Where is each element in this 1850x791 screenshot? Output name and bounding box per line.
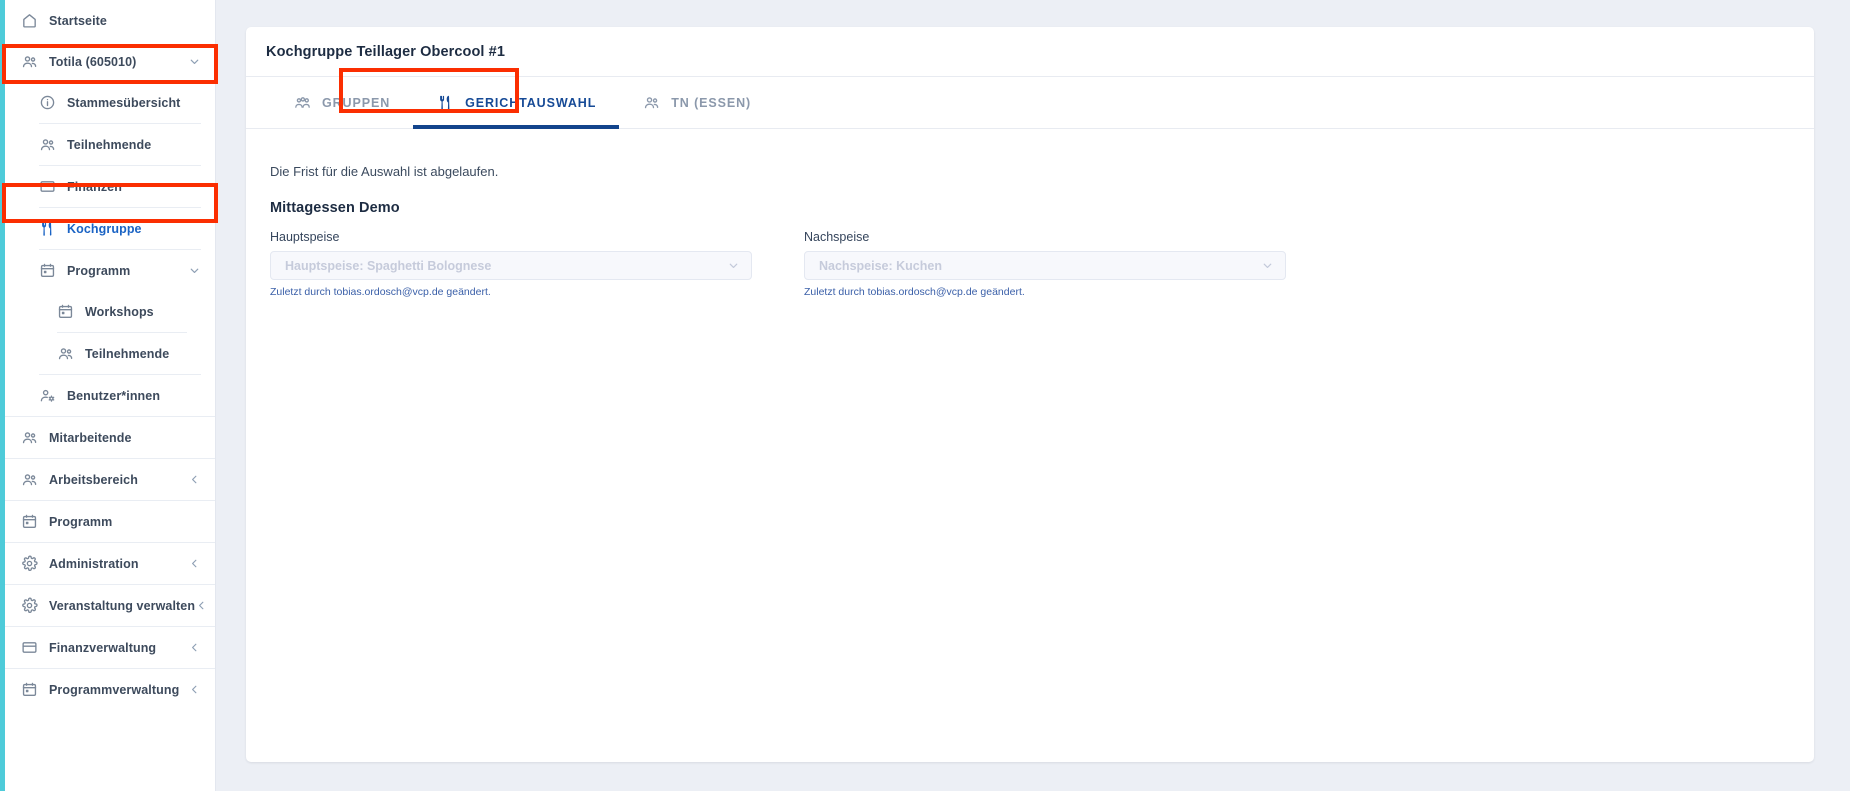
sidebar-nav-list: Startseite Totila (605010) Stammesübersich… <box>5 0 215 710</box>
select-hauptspeise[interactable]: Hauptspeise: Spaghetti Bolognese <box>270 251 752 280</box>
content-card: Kochgruppe Teillager Obercool #1 GRUPPEN… <box>246 27 1814 762</box>
sidebar-item-benutzerinnen[interactable]: Benutzer*innen <box>5 375 215 416</box>
select-value: Nachspeise: Kuchen <box>819 258 942 273</box>
sidebar-item-teilnehmende-programm[interactable]: Teilnehmende <box>5 333 215 374</box>
sidebar-item-label: Programm <box>49 514 113 529</box>
tab-bar: GRUPPEN GERICHTAUSWAHL TN (ESSEN) <box>246 77 1814 129</box>
tab-label: TN (ESSEN) <box>671 95 752 110</box>
sidebar-item-label: Mitarbeitende <box>49 430 132 445</box>
chevron-left-icon[interactable] <box>188 557 201 570</box>
chevron-down-icon[interactable] <box>188 264 201 277</box>
sidebar-item-startseite[interactable]: Startseite <box>5 0 215 41</box>
sidebar-item-programm-sub[interactable]: Programm <box>5 250 215 291</box>
page-title: Kochgruppe Teillager Obercool #1 <box>266 43 506 60</box>
sidebar-item-label: Workshops <box>85 304 154 319</box>
sidebar-item-programmverwaltung[interactable]: Programmverwaltung <box>5 669 215 710</box>
sidebar-item-workshops[interactable]: Workshops <box>5 291 215 332</box>
select-nachspeise[interactable]: Nachspeise: Kuchen <box>804 251 1286 280</box>
chevron-left-icon[interactable] <box>188 473 201 486</box>
group-icon <box>57 345 74 362</box>
sidebar-item-administration[interactable]: Administration <box>5 543 215 584</box>
sidebar-item-label: Teilnehmende <box>67 137 152 152</box>
sidebar-item-teilnehmende-stamm[interactable]: Teilnehmende <box>5 124 215 165</box>
calendar-icon <box>57 303 74 320</box>
chevron-left-icon[interactable] <box>195 599 208 612</box>
field-hint: Zuletzt durch tobias.ordosch@vcp.de geän… <box>804 286 1025 298</box>
main-content-area: Kochgruppe Teillager Obercool #1 GRUPPEN… <box>216 0 1850 791</box>
field-label: Hauptspeise <box>270 230 340 244</box>
calendar-icon <box>21 681 38 698</box>
sidebar-item-label: Finanzverwaltung <box>49 640 157 655</box>
select-value: Hauptspeise: Spaghetti Bolognese <box>285 258 492 273</box>
sidebar: Startseite Totila (605010) Stammesübersich… <box>0 0 216 791</box>
cutlery-icon <box>436 93 455 112</box>
user-gear-icon <box>39 387 56 404</box>
deadline-notice: Die Frist für die Auswahl ist abgelaufen… <box>270 164 499 179</box>
sidebar-item-stammesuebersicht[interactable]: Stammesübersicht <box>5 82 215 123</box>
sidebar-item-label: Benutzer*innen <box>67 388 161 403</box>
sidebar-item-finanzen[interactable]: Finanzen <box>5 166 215 207</box>
calendar-icon <box>21 513 38 530</box>
sidebar-item-label: Stammesübersicht <box>67 95 181 110</box>
info-icon <box>39 94 56 111</box>
group-icon <box>39 136 56 153</box>
field-nachspeise: Nachspeise Nachspeise: Kuchen Zuletzt durc… <box>804 230 1286 298</box>
group-icon <box>21 53 38 70</box>
card-header: Kochgruppe Teillager Obercool #1 <box>246 27 1814 77</box>
sidebar-item-totila[interactable]: Totila (605010) <box>5 41 215 82</box>
field-hint: Zuletzt durch tobias.ordosch@vcp.de geän… <box>270 286 491 298</box>
sidebar-item-arbeitsbereich[interactable]: Arbeitsbereich <box>5 459 215 500</box>
sidebar-item-label: Programmverwaltung <box>49 682 180 697</box>
sidebar-item-label: Administration <box>49 556 139 571</box>
chevron-left-icon[interactable] <box>188 641 201 654</box>
cutlery-icon <box>39 220 56 237</box>
tab-gruppen[interactable]: GRUPPEN <box>270 77 413 128</box>
calendar-icon <box>39 262 56 279</box>
sidebar-item-mitarbeitende[interactable]: Mitarbeitende <box>5 417 215 458</box>
sidebar-item-kochgruppe[interactable]: Kochgruppe <box>5 208 215 249</box>
sidebar-item-label: Finanzen <box>67 179 122 194</box>
sidebar-item-finanzverwaltung[interactable]: Finanzverwaltung <box>5 627 215 668</box>
card-icon <box>21 639 38 656</box>
card-icon <box>39 178 56 195</box>
meal-fields: Hauptspeise Hauptspeise: Spaghetti Bologn… <box>270 230 1790 298</box>
sidebar-item-label: Kochgruppe <box>67 221 142 236</box>
meal-section-title: Mittagessen Demo <box>270 200 400 216</box>
group-icon <box>642 93 661 112</box>
field-label: Nachspeise <box>804 230 870 244</box>
sidebar-item-programm[interactable]: Programm <box>5 501 215 542</box>
group-icon <box>21 471 38 488</box>
chevron-left-icon[interactable] <box>188 683 201 696</box>
group-icon <box>21 429 38 446</box>
field-hauptspeise: Hauptspeise Hauptspeise: Spaghetti Bologn… <box>270 230 752 298</box>
chevron-down-icon <box>727 259 740 272</box>
sidebar-item-label: Totila (605010) <box>49 54 137 69</box>
tab-tn-essen[interactable]: TN (ESSEN) <box>619 77 774 128</box>
sidebar-item-label: Veranstaltung verwalten <box>49 598 196 613</box>
home-icon <box>21 12 38 29</box>
tab-label: GRUPPEN <box>322 95 391 110</box>
sidebar-item-label: Arbeitsbereich <box>49 472 138 487</box>
gear-icon <box>21 555 38 572</box>
chevron-down-icon[interactable] <box>188 55 201 68</box>
sidebar-item-label: Programm <box>67 263 131 278</box>
sidebar-item-label: Teilnehmende <box>85 346 170 361</box>
tab-gerichtauswahl[interactable]: GERICHTAUSWAHL <box>413 77 620 129</box>
gear-icon <box>21 597 38 614</box>
sidebar-item-veranstaltung-verwalten[interactable]: Veranstaltung verwalten <box>5 585 215 626</box>
chevron-down-icon <box>1261 259 1274 272</box>
sidebar-item-label: Startseite <box>49 13 107 28</box>
tab-label: GERICHTAUSWAHL <box>465 95 597 110</box>
people-group-icon <box>293 93 312 112</box>
tab-panel-gerichtauswahl: Die Frist für die Auswahl ist abgelaufen… <box>246 129 1814 298</box>
